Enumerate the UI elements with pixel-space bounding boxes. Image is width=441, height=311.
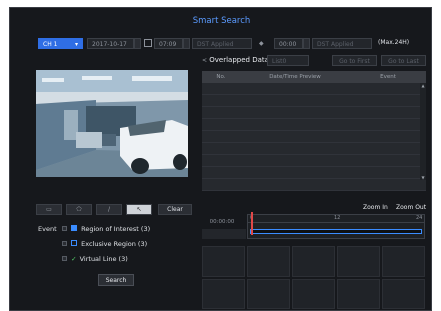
camera-preview (36, 70, 188, 177)
channel-select[interactable]: CH 1 ▾ (38, 38, 83, 49)
timeline-bar[interactable]: 0 12 24 (247, 212, 425, 239)
virtual-line-icon: ✓ (71, 255, 77, 263)
thumbnail-cell[interactable] (247, 246, 290, 277)
column-event: Event (380, 74, 396, 80)
end-time-spinner[interactable] (303, 38, 310, 49)
thumbnail-cell[interactable] (247, 278, 290, 309)
roi-checkbox[interactable] (62, 226, 67, 231)
tick-label-12: 12 (334, 215, 341, 221)
exclusive-checkbox[interactable] (62, 241, 67, 246)
start-date-field[interactable]: 2017-10-17 (87, 38, 134, 49)
thumbnail-grid (202, 246, 425, 309)
start-date-spinner[interactable] (134, 38, 141, 49)
timeline-track-label (202, 229, 246, 239)
table-row[interactable] (202, 131, 426, 143)
polygon-tool-button[interactable]: ⬠ (66, 204, 92, 215)
thumbnail-cell[interactable] (337, 278, 380, 309)
roi-icon (71, 225, 78, 231)
page-title: Smart Search (192, 16, 251, 26)
column-no: No. (216, 74, 226, 80)
select-tool-button[interactable]: ↖ (126, 204, 152, 215)
overlapped-data-label: < Overlapped Data (202, 56, 269, 64)
go-to-first-button[interactable]: Go to First (332, 55, 377, 66)
event-roi-row[interactable]: Region of Interest (3) (62, 225, 150, 233)
overlap-list-select[interactable]: List0 (267, 55, 309, 66)
table-row[interactable] (202, 95, 426, 107)
thumbnail-cell[interactable] (292, 246, 335, 277)
timeline-track[interactable] (250, 229, 422, 234)
max-duration-note: (Max.24H) (378, 39, 410, 46)
chevron-down-icon: ▾ (74, 41, 78, 48)
table-row[interactable] (202, 107, 426, 119)
column-datetime: Date/Time Preview (269, 74, 321, 80)
rectangle-tool-button[interactable]: ▭ (36, 204, 62, 215)
event-exclusive-row[interactable]: Exclusive Region (3) (62, 240, 147, 248)
virtual-line-checkbox[interactable] (62, 256, 67, 261)
table-row[interactable] (202, 179, 426, 191)
start-time-field[interactable]: 07:09 (154, 38, 183, 49)
thumbnail-cell[interactable] (337, 246, 380, 277)
rectangle-icon: ▭ (46, 206, 52, 213)
polygon-icon: ⬠ (76, 206, 82, 213)
exclusive-region-icon (71, 240, 78, 246)
tick-label-24: 24 (416, 215, 423, 221)
event-virtual-line-row[interactable]: ✓ Virtual Line (3) (62, 255, 128, 263)
go-to-last-button[interactable]: Go to Last (381, 55, 426, 66)
table-row[interactable] (202, 143, 426, 155)
table-row[interactable] (202, 119, 426, 131)
scroll-down-icon[interactable]: ▼ (420, 175, 426, 180)
start-dst-select[interactable]: DST Applied (192, 38, 252, 49)
table-scrollbar[interactable]: ▲ ▼ (420, 83, 426, 180)
zoom-in-button[interactable]: Zoom In (363, 202, 388, 213)
range-separator: ◆ (259, 40, 264, 47)
event-label: Event (38, 225, 57, 233)
cursor-icon: ↖ (136, 206, 142, 213)
timeline-time: 00:00:00 (209, 219, 235, 225)
zoom-out-button[interactable]: Zoom Out (396, 202, 426, 213)
start-time-spinner[interactable] (183, 38, 190, 49)
thumbnail-cell[interactable] (202, 278, 245, 309)
table-row[interactable] (202, 155, 426, 167)
channel-label: CH 1 (43, 41, 58, 48)
thumbnail-cell[interactable] (292, 278, 335, 309)
table-row[interactable] (202, 167, 426, 179)
results-table: No. Date/Time Preview Event (202, 71, 426, 191)
table-row[interactable] (202, 83, 426, 95)
scroll-up-icon[interactable]: ▲ (420, 83, 426, 88)
chevron-icon: < (202, 57, 208, 64)
table-header: No. Date/Time Preview Event (202, 71, 426, 83)
line-tool-button[interactable]: / (96, 204, 122, 215)
thumbnail-cell[interactable] (202, 246, 245, 277)
calendar-icon[interactable] (144, 39, 152, 47)
tick-ruler (248, 222, 424, 223)
clear-button[interactable]: Clear (158, 204, 192, 215)
end-dst-select[interactable]: DST Applied (312, 38, 372, 49)
end-time-field[interactable]: 00:00 (274, 38, 303, 49)
timeline-cursor[interactable] (251, 212, 253, 235)
thumbnail-cell[interactable] (382, 278, 425, 309)
smart-search-window: Smart Search CH 1 ▾ 2017-10-17 07:09 DST… (9, 7, 432, 311)
line-icon: / (107, 206, 111, 213)
thumbnail-cell[interactable] (382, 246, 425, 277)
search-button[interactable]: Search (98, 274, 134, 286)
